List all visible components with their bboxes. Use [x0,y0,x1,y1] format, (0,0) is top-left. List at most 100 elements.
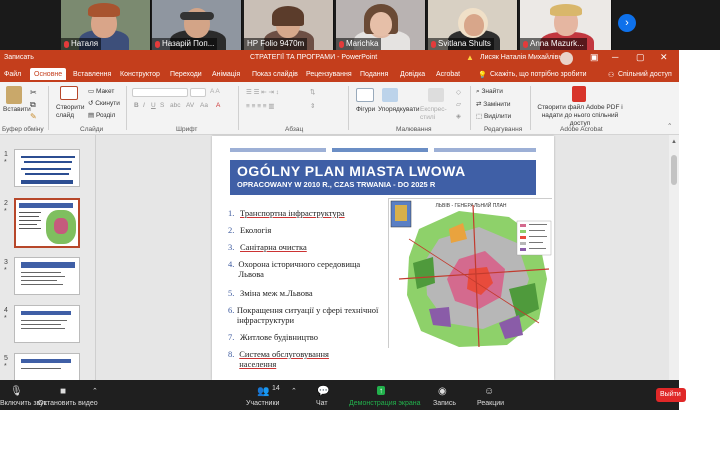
video-tile[interactable]: Marichka [336,0,426,50]
new-slide-button[interactable]: Створити слайд [56,104,86,120]
city-plan-map-image[interactable]: ЛЬВІВ - ГЕНЕРАЛЬНИЙ ПЛАН [388,198,553,349]
slide-thumbnail[interactable] [14,305,80,343]
adobe-create-share-button[interactable]: Створити файл Adobe PDF і надати до ньог… [534,104,626,128]
slide-thumbnail[interactable] [14,257,80,295]
scroll-up-icon[interactable]: ▲ [671,139,677,145]
share-button[interactable]: Спільний доступ [618,71,672,78]
reactions-button[interactable]: Реакции [477,400,504,407]
shape-outline-icon[interactable]: ▱ [456,100,461,108]
participants-icon[interactable]: 👥 [257,386,269,397]
tab-insert[interactable]: Вставлення [73,71,111,78]
spacing-icon[interactable]: AV [186,102,194,109]
video-tile[interactable]: Svitlana Shults [428,0,518,50]
tab-transitions[interactable]: Переходи [170,71,202,78]
font-name-field[interactable] [132,88,188,97]
chevron-right-icon[interactable]: › [618,14,636,32]
tab-file[interactable]: Файл [4,71,21,78]
vertical-scrollbar[interactable]: ▲ [669,135,679,380]
align-icon[interactable]: ≡ ≡ ≡ ≡ ▥ [246,102,275,110]
tab-acrobat[interactable]: Acrobat [436,71,460,78]
cut-icon[interactable]: ✂ [30,88,37,97]
slide-canvas[interactable]: OGÓLNY PLAN MIASTA LWOWA OPRACOWANY W 20… [212,136,554,380]
shape-effects-icon[interactable]: ◈ [456,112,461,120]
bullets-icon[interactable]: ☰ ☰ ⇤ ⇥ ↕ [246,88,279,96]
share-screen-button[interactable]: Демонстрация экрана [349,400,421,407]
list-item[interactable]: 4. Охорона історичного середовища Львова [228,259,368,279]
font-color-icon[interactable]: A [216,102,220,109]
case-icon[interactable]: Aa [200,102,208,109]
paste-button[interactable]: Вставити [3,106,31,113]
reactions-icon[interactable]: ☺ [484,386,494,397]
list-item[interactable]: 2. Екологія [228,225,388,235]
section-button[interactable]: ▤ Розділ [88,111,115,119]
participants-button[interactable]: Участники [246,400,279,407]
video-options-chevron-icon[interactable]: ⌃ [92,387,98,395]
record-icon[interactable]: ◉ [438,386,447,397]
shapes-button[interactable]: Фігури [356,106,375,113]
chat-icon[interactable]: 💬 [317,386,329,397]
video-tile[interactable]: Наталя [61,0,151,50]
layout-button[interactable]: ▭ Макет [88,87,114,95]
slide-subtitle[interactable]: OPRACOWANY W 2010 R., CZAS TRWANIA - DO … [237,180,435,189]
select-button[interactable]: ⬚ Виділити [476,112,511,120]
record-label[interactable]: Записать [4,54,34,61]
adobe-pdf-icon[interactable] [572,86,586,102]
ribbon-options-icon[interactable]: ▣ [590,52,599,63]
slide-thumbnail[interactable] [14,149,80,187]
share-icon[interactable]: ⚇ [608,71,614,79]
shape-fill-icon[interactable]: ◇ [456,88,461,96]
slide-title[interactable]: OGÓLNY PLAN MIASTA LWOWA [237,163,466,179]
new-slide-icon[interactable] [60,86,78,100]
video-tile[interactable]: HP Folio 9470m [244,0,334,50]
arrange-button[interactable]: Упорядкувати [378,106,419,113]
shadow-icon[interactable]: S [160,102,164,109]
quick-styles-icon[interactable] [428,88,444,102]
strikethrough-icon[interactable]: abc [170,102,180,109]
video-tile[interactable]: Назарій Поп... [152,0,242,50]
tab-design[interactable]: Конструктор [120,71,160,78]
close-icon[interactable]: ✕ [660,52,668,63]
tab-slideshow[interactable]: Показ слайдів [252,71,298,78]
font-size-field[interactable] [190,88,206,97]
maximize-icon[interactable]: ▢ [636,52,645,63]
leave-meeting-button[interactable]: Выйти [656,388,686,402]
quick-styles-button[interactable]: Експрес-стилі [420,106,450,122]
tab-review[interactable]: Рецензування [306,71,352,78]
font-grow-icon[interactable]: A A [210,88,220,95]
scrollbar-thumb[interactable] [671,155,677,185]
bold-icon[interactable]: B [134,102,139,109]
tab-animations[interactable]: Анімація [212,71,240,78]
slide-thumbnail[interactable] [14,353,80,380]
tab-help[interactable]: Довідка [400,71,425,78]
chat-button[interactable]: Чат [316,400,328,407]
list-item[interactable]: 7. Житлове будівництво [228,332,388,342]
list-item[interactable]: 6. Покращення ситуації у сфері технічної … [228,305,386,325]
tab-view[interactable]: Подання [360,71,388,78]
list-item[interactable]: 3. Санітарна очистка [228,242,388,252]
underline-icon[interactable]: U [151,102,156,109]
shapes-icon[interactable] [356,88,374,102]
align-text-icon[interactable]: ⇕ [310,102,315,110]
tell-me-search[interactable]: Скажіть, що потрібно зробити [490,71,587,78]
user-name[interactable]: Лисяк Наталія Михайлівна [480,54,566,61]
slide-thumbnail-active[interactable] [14,198,80,248]
minimize-icon[interactable]: ─ [612,52,618,62]
format-painter-icon[interactable]: ✎ [30,112,37,121]
arrange-icon[interactable] [382,88,398,102]
list-item[interactable]: 1. Транспортна інфраструктура [228,208,388,218]
list-item[interactable]: 8. Система обслуговування населення [228,349,360,369]
replace-button[interactable]: ⇄ Замінити [476,100,511,108]
text-direction-icon[interactable]: ⇅ [310,88,315,96]
find-button[interactable]: ⌕ Знайти [476,88,503,96]
video-camera-icon[interactable]: ■ [60,386,66,397]
record-button[interactable]: Запись [433,400,456,407]
stop-video-button[interactable]: Остановить видео [38,400,98,407]
video-tile[interactable]: Anna Mazurk... [520,0,612,50]
collapse-ribbon-icon[interactable]: ⌃ [667,122,672,130]
paste-icon[interactable] [6,86,22,104]
list-item[interactable]: 5. Зміна меж м.Львова [228,288,388,298]
tab-home[interactable]: Основне [30,68,67,80]
avatar[interactable] [560,52,573,65]
reset-button[interactable]: ↺ Скинути [88,99,120,107]
copy-icon[interactable]: ⧉ [30,100,36,110]
